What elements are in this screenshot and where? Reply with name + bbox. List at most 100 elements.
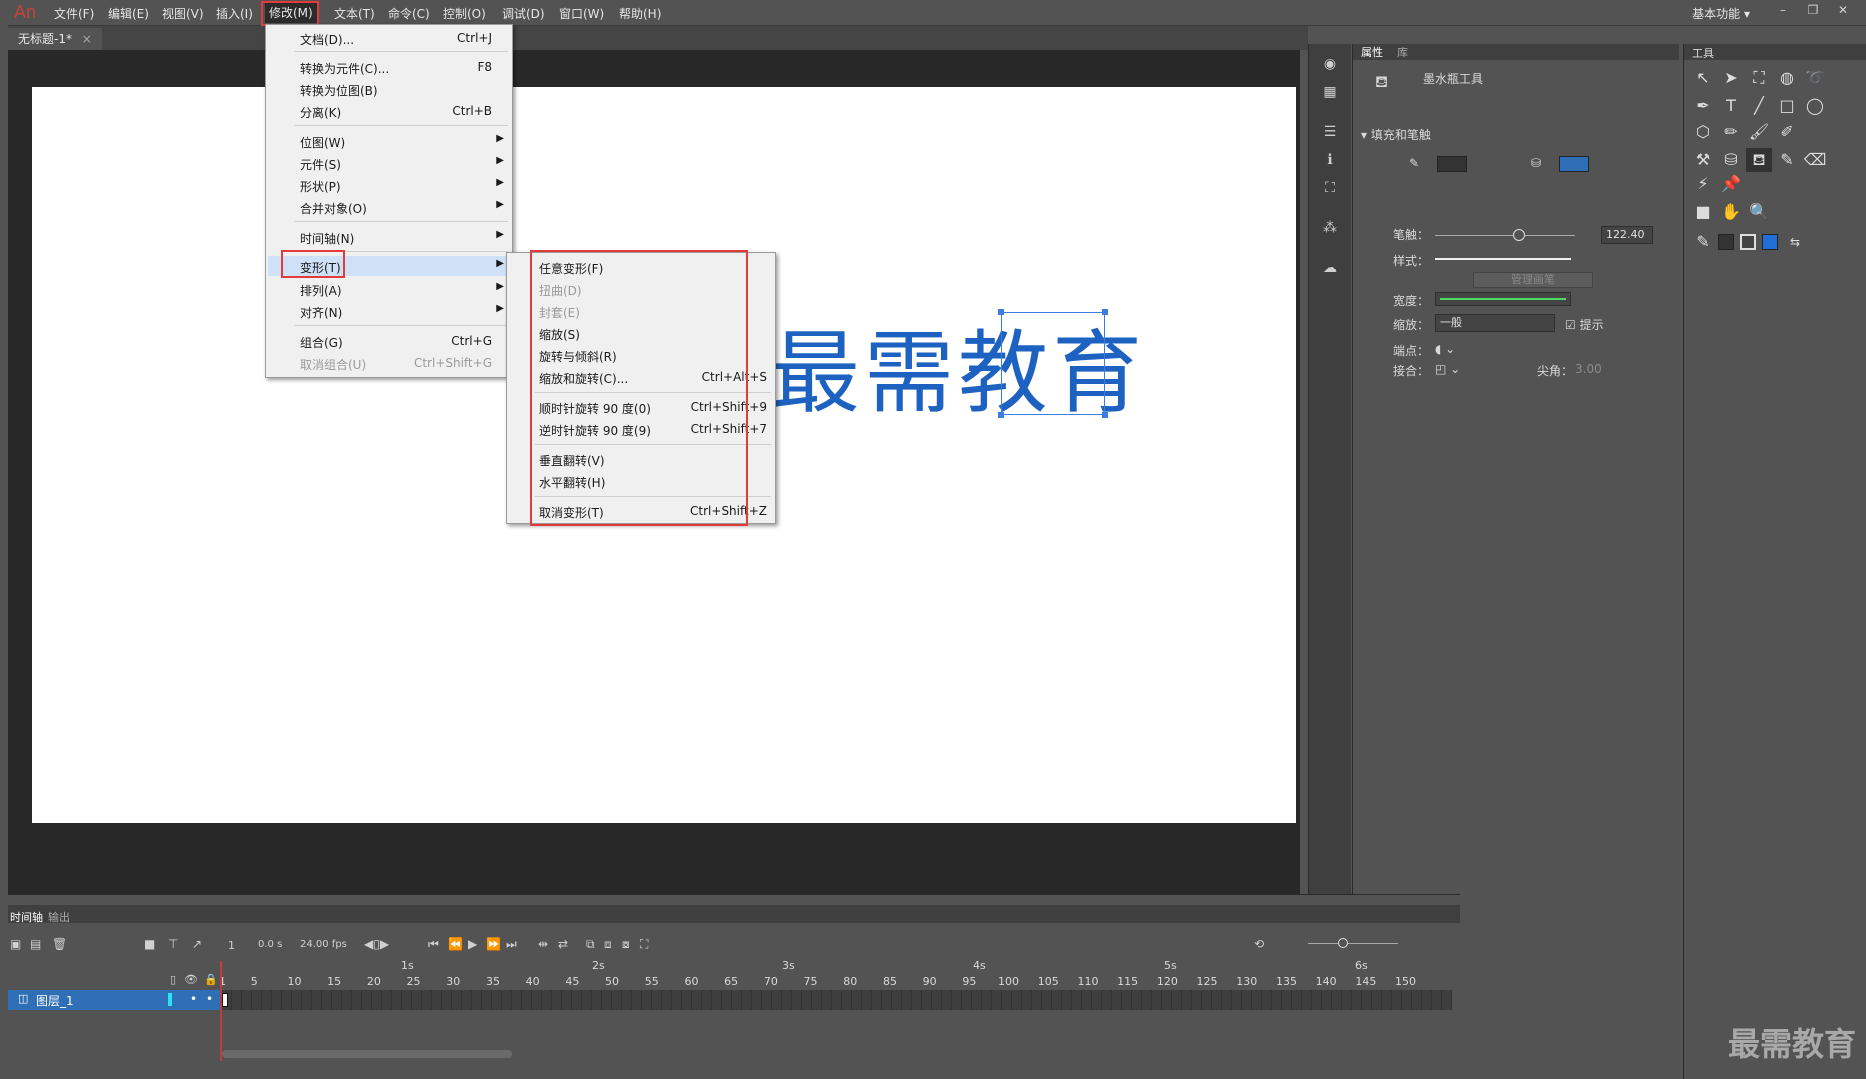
new-folder-icon[interactable]: ▤ xyxy=(30,937,41,951)
tab-properties[interactable]: 属性 xyxy=(1361,44,1383,60)
menu-item-timeline[interactable]: 时间轴(N) ▶ xyxy=(300,227,504,247)
eraser-tool-icon[interactable]: ⌫ xyxy=(1802,148,1828,172)
swap-colors-icon[interactable]: ⇆ xyxy=(1782,230,1808,254)
cap-dropdown[interactable]: ◖ ⌄ xyxy=(1435,342,1455,356)
layer-parenting-icon[interactable]: ⊤ xyxy=(168,937,178,951)
menu-item-align[interactable]: 对齐(N) ▶ xyxy=(300,301,504,321)
current-frame[interactable]: 1 xyxy=(228,939,235,952)
minimize-icon[interactable]: – xyxy=(1770,3,1796,21)
camera-tool-icon[interactable]: ■ xyxy=(1690,200,1716,224)
fill-color-swatch[interactable] xyxy=(1559,156,1589,172)
menu-item-group[interactable]: 组合(G) Ctrl+G xyxy=(300,331,500,351)
menu-item-flip-vertical[interactable]: 垂直翻转(V) xyxy=(539,449,763,469)
menu-item-convert-to-symbol[interactable]: 转换为元件(C)... F8 xyxy=(300,57,500,77)
layer-lock-dot[interactable]: • xyxy=(206,992,213,1006)
paint-bucket-tool-icon[interactable]: ⛁ xyxy=(1718,148,1744,172)
transform-icon[interactable]: ⛶ xyxy=(1321,180,1339,198)
menu-item-scale-rotate[interactable]: 缩放和旋转(C)... Ctrl+Alt+S xyxy=(539,367,767,387)
layer-row[interactable]: ◫ 图层_1 xyxy=(8,990,178,1010)
timeline-zoom-thumb[interactable] xyxy=(1338,938,1348,948)
style-dropdown[interactable] xyxy=(1435,258,1571,260)
zoom-tool-icon[interactable]: 🔍 xyxy=(1746,200,1772,224)
loop-icon[interactable]: ⇹ xyxy=(538,937,548,951)
menu-item-scale[interactable]: 缩放(S) xyxy=(539,323,763,343)
menu-item-ungroup[interactable]: 取消组合(U) Ctrl+Shift+G xyxy=(300,353,500,373)
tab-output[interactable]: 输出 xyxy=(48,909,70,925)
hand-tool-icon[interactable]: ✋ xyxy=(1718,200,1744,224)
menu-item-rotate-cw[interactable]: 顺时针旋转 90 度(0) Ctrl+Shift+9 xyxy=(539,397,767,417)
scale-dropdown[interactable]: 一般 xyxy=(1435,314,1555,332)
tab-close-icon[interactable]: × xyxy=(82,32,92,46)
menu-modify[interactable]: 修改(M) xyxy=(265,3,317,23)
width-tool-icon[interactable]: ⚡ xyxy=(1690,172,1716,196)
menu-edit[interactable]: 编辑(E) xyxy=(108,5,149,22)
align-icon[interactable]: ☰ xyxy=(1321,124,1339,142)
menu-item-transform[interactable]: 变形(T) ▶ xyxy=(268,256,510,276)
pin-tool-icon[interactable]: 📌 xyxy=(1718,172,1744,196)
tool-stroke-color-swatch[interactable] xyxy=(1718,234,1734,250)
selection-handle[interactable] xyxy=(1102,309,1108,315)
camera-icon[interactable]: ■ xyxy=(144,937,155,951)
play-icon[interactable]: ▶ xyxy=(468,937,477,951)
onion-skin-icon[interactable]: ⧉ xyxy=(586,937,595,952)
menu-help[interactable]: 帮助(H) xyxy=(619,5,661,22)
oval-tool-icon[interactable]: ◯ xyxy=(1802,94,1828,118)
object-drawing-toggle[interactable] xyxy=(1740,234,1756,250)
menu-item-free-transform[interactable]: 任意变形(F) xyxy=(539,257,763,277)
layer-toggles[interactable]: • • xyxy=(178,990,222,1010)
stroke-slider[interactable] xyxy=(1435,235,1575,236)
subselection-tool-icon[interactable]: ➤ xyxy=(1718,66,1744,90)
timeline-scrollbar[interactable] xyxy=(222,1050,512,1058)
playhead[interactable] xyxy=(220,961,222,1061)
swatches-icon[interactable]: ▦ xyxy=(1321,84,1339,102)
eyedropper-tool-icon[interactable]: ✎ xyxy=(1774,148,1800,172)
menu-item-document[interactable]: 文档(D)... Ctrl+J xyxy=(300,28,500,48)
cc-libraries-icon[interactable]: ☁ xyxy=(1321,260,1339,278)
miter-value[interactable]: 3.00 xyxy=(1575,362,1602,376)
graph-icon[interactable]: ↗ xyxy=(192,937,202,951)
rectangle-tool-icon[interactable]: □ xyxy=(1774,94,1800,118)
frame-rate[interactable]: 24.00 fps xyxy=(300,939,347,950)
menu-commands[interactable]: 命令(C) xyxy=(388,5,430,22)
color-icon[interactable]: ◉ xyxy=(1321,56,1339,74)
selection-tool-icon[interactable]: ↖ xyxy=(1690,66,1716,90)
edit-multiple-frames-icon[interactable]: ⧇ xyxy=(622,937,630,952)
menu-item-symbol[interactable]: 元件(S) ▶ xyxy=(300,153,504,173)
bone-tool-icon[interactable]: ⚒ xyxy=(1690,148,1716,172)
menu-item-rotate-skew[interactable]: 旋转与倾斜(R) xyxy=(539,345,763,365)
pen-tool-icon[interactable]: ✒ xyxy=(1690,94,1716,118)
menu-item-distort[interactable]: 扭曲(D) xyxy=(539,279,763,299)
3d-rotation-tool-icon[interactable]: ◍ xyxy=(1774,66,1800,90)
menu-item-convert-to-bitmap[interactable]: 转换为位图(B) xyxy=(300,79,500,99)
fit-timeline-icon[interactable]: ⟲ xyxy=(1254,937,1264,951)
brush-tool-icon[interactable]: 🖌 xyxy=(1746,120,1772,144)
tab-timeline[interactable]: 时间轴 xyxy=(10,909,43,925)
menu-file[interactable]: 文件(F) xyxy=(54,5,94,22)
go-to-last-frame-icon[interactable]: ⏭ xyxy=(506,937,517,952)
section-fill-stroke[interactable]: ▾ 填充和笔触 xyxy=(1361,126,1431,143)
line-tool-icon[interactable]: ╱ xyxy=(1746,94,1772,118)
layer-visible-dot[interactable]: • xyxy=(190,992,197,1006)
menu-view[interactable]: 视图(V) xyxy=(162,5,204,22)
keyframe[interactable] xyxy=(222,993,228,1007)
restore-icon[interactable]: ❐ xyxy=(1800,3,1826,21)
info-icon[interactable]: ℹ xyxy=(1321,152,1339,170)
width-profile-dropdown[interactable] xyxy=(1435,292,1571,306)
pencil-tool-icon[interactable]: ✏ xyxy=(1718,120,1744,144)
go-to-first-frame-icon[interactable]: ⏮ xyxy=(428,937,439,952)
free-transform-tool-icon[interactable]: ⛶ xyxy=(1746,66,1772,90)
document-tab[interactable]: 无标题-1* × xyxy=(8,28,102,50)
menu-text[interactable]: 文本(T) xyxy=(334,5,375,22)
selection-handle[interactable] xyxy=(998,309,1004,315)
menu-control[interactable]: 控制(O) xyxy=(443,5,486,22)
menu-item-bitmap[interactable]: 位图(W) ▶ xyxy=(300,131,504,151)
manage-brush-button[interactable]: 管理画笔 xyxy=(1473,272,1593,288)
center-frame-icon[interactable]: ⇄ xyxy=(558,937,568,951)
menu-item-remove-transform[interactable]: 取消变形(T) Ctrl+Shift+Z xyxy=(539,501,767,521)
new-layer-icon[interactable]: ▣ xyxy=(10,937,21,951)
selection-handle[interactable] xyxy=(1102,412,1108,418)
step-back-icon[interactable]: ⏪ xyxy=(448,937,463,951)
menu-item-rotate-ccw[interactable]: 逆时针旋转 90 度(9) Ctrl+Shift+7 xyxy=(539,419,767,439)
step-forward-icon[interactable]: ⏩ xyxy=(486,937,501,951)
text-tool-icon[interactable]: T xyxy=(1718,94,1744,118)
